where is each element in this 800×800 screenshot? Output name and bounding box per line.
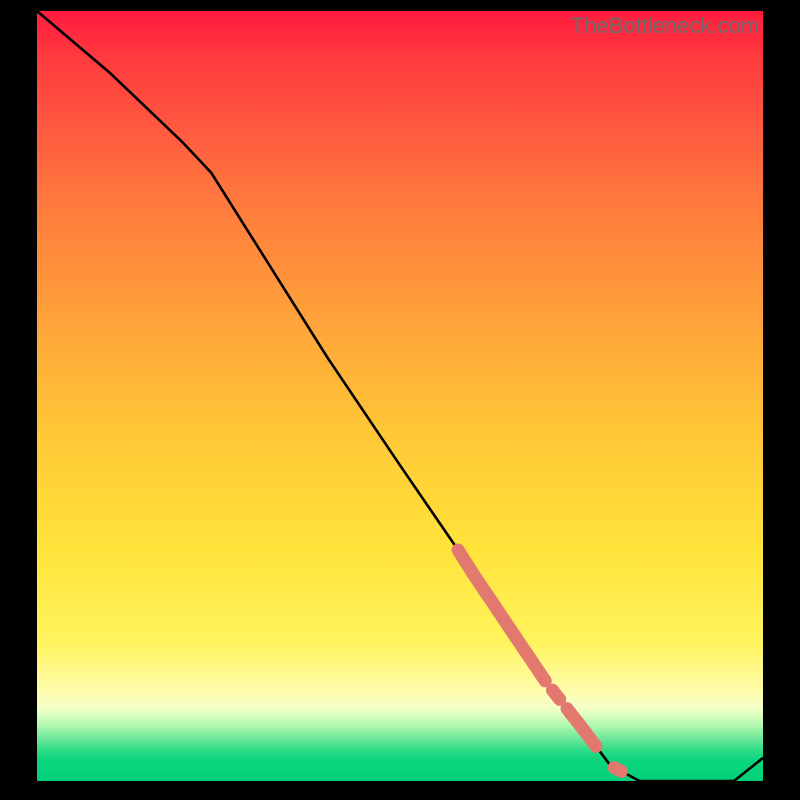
plot-area: TheBottleneck.com <box>37 11 763 781</box>
dot-2 <box>614 768 621 772</box>
highlight-group <box>458 550 621 771</box>
segment-1 <box>458 550 545 681</box>
segment-2 <box>567 709 596 747</box>
dot-1 <box>553 690 560 699</box>
curve-layer <box>37 11 763 781</box>
chart-frame: TheBottleneck.com <box>0 0 800 800</box>
bottleneck-curve <box>37 11 763 781</box>
